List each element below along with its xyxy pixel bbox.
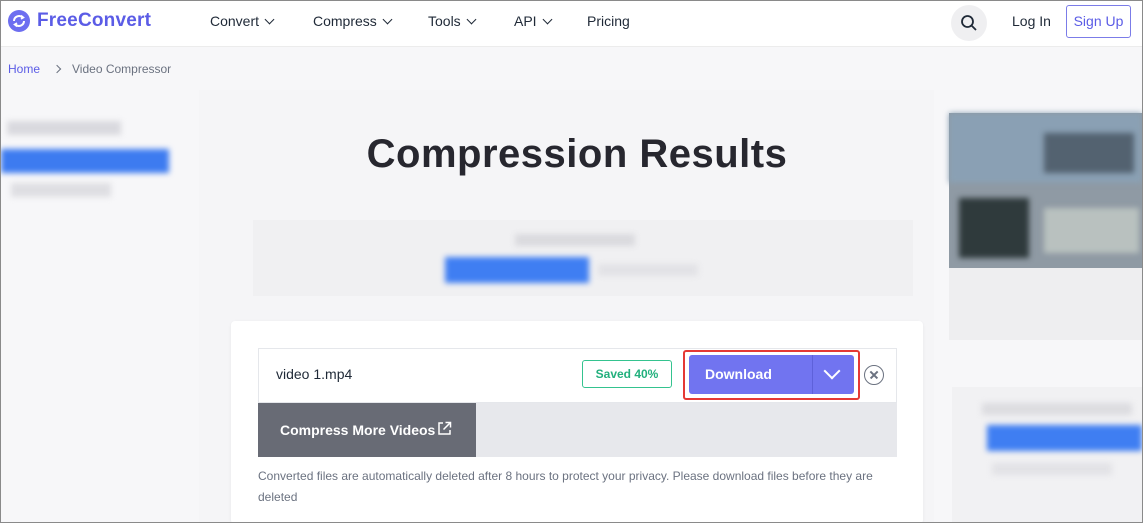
chevron-right-icon xyxy=(52,64,62,74)
chevron-down-icon xyxy=(466,14,477,24)
nav-api[interactable]: API xyxy=(514,13,553,29)
breadcrumb-current: Video Compressor xyxy=(72,62,172,76)
logo-text-free: Free xyxy=(37,10,78,31)
privacy-note: Converted files are automatically delete… xyxy=(258,469,873,504)
chevron-down-icon xyxy=(542,14,553,24)
search-button[interactable] xyxy=(951,5,987,41)
compress-more-label: Compress More Videos xyxy=(280,422,436,438)
nav-convert-label: Convert xyxy=(210,13,260,29)
nav-api-label: API xyxy=(514,13,537,29)
nav-compress[interactable]: Compress xyxy=(313,13,393,29)
signup-button[interactable]: Sign Up xyxy=(1066,5,1131,38)
logo[interactable]: FreeConvert xyxy=(8,10,151,32)
file-name: video 1.mp4 xyxy=(276,366,353,382)
middle-ad[interactable] xyxy=(253,220,913,296)
chevron-down-icon xyxy=(382,14,393,24)
right-ad-lower[interactable] xyxy=(952,387,1142,522)
page-title: Compression Results xyxy=(366,132,788,176)
breadcrumb-home[interactable]: Home xyxy=(8,62,40,76)
nav-tools[interactable]: Tools xyxy=(428,13,477,29)
external-link-icon xyxy=(438,421,452,435)
nav-pricing-label: Pricing xyxy=(587,13,630,29)
nav-pricing[interactable]: Pricing xyxy=(587,13,630,29)
login-link[interactable]: Log In xyxy=(1012,13,1051,29)
nav-tools-label: Tools xyxy=(428,13,461,29)
download-button[interactable]: Download xyxy=(689,355,812,394)
logo-text: FreeConvert xyxy=(37,10,151,32)
right-ad-image[interactable] xyxy=(949,113,1142,268)
chevron-down-icon xyxy=(264,14,275,24)
breadcrumb: Home Video Compressor xyxy=(8,62,171,76)
browser-viewport: FreeConvert Convert Compress Tools API P… xyxy=(0,0,1143,523)
download-options-button[interactable] xyxy=(812,355,854,394)
right-ad-caption xyxy=(949,268,1142,340)
saved-badge: Saved 40% xyxy=(582,360,672,388)
chevron-down-icon xyxy=(823,362,841,380)
logo-text-convert: Convert xyxy=(77,10,152,31)
left-ad[interactable] xyxy=(1,103,199,522)
freeconvert-logo-icon xyxy=(8,10,30,32)
nav-compress-label: Compress xyxy=(313,13,377,29)
remove-file-icon[interactable] xyxy=(864,365,884,385)
nav-convert[interactable]: Convert xyxy=(210,13,275,29)
search-icon xyxy=(961,15,977,31)
top-nav: FreeConvert Convert Compress Tools API P… xyxy=(1,1,1142,47)
